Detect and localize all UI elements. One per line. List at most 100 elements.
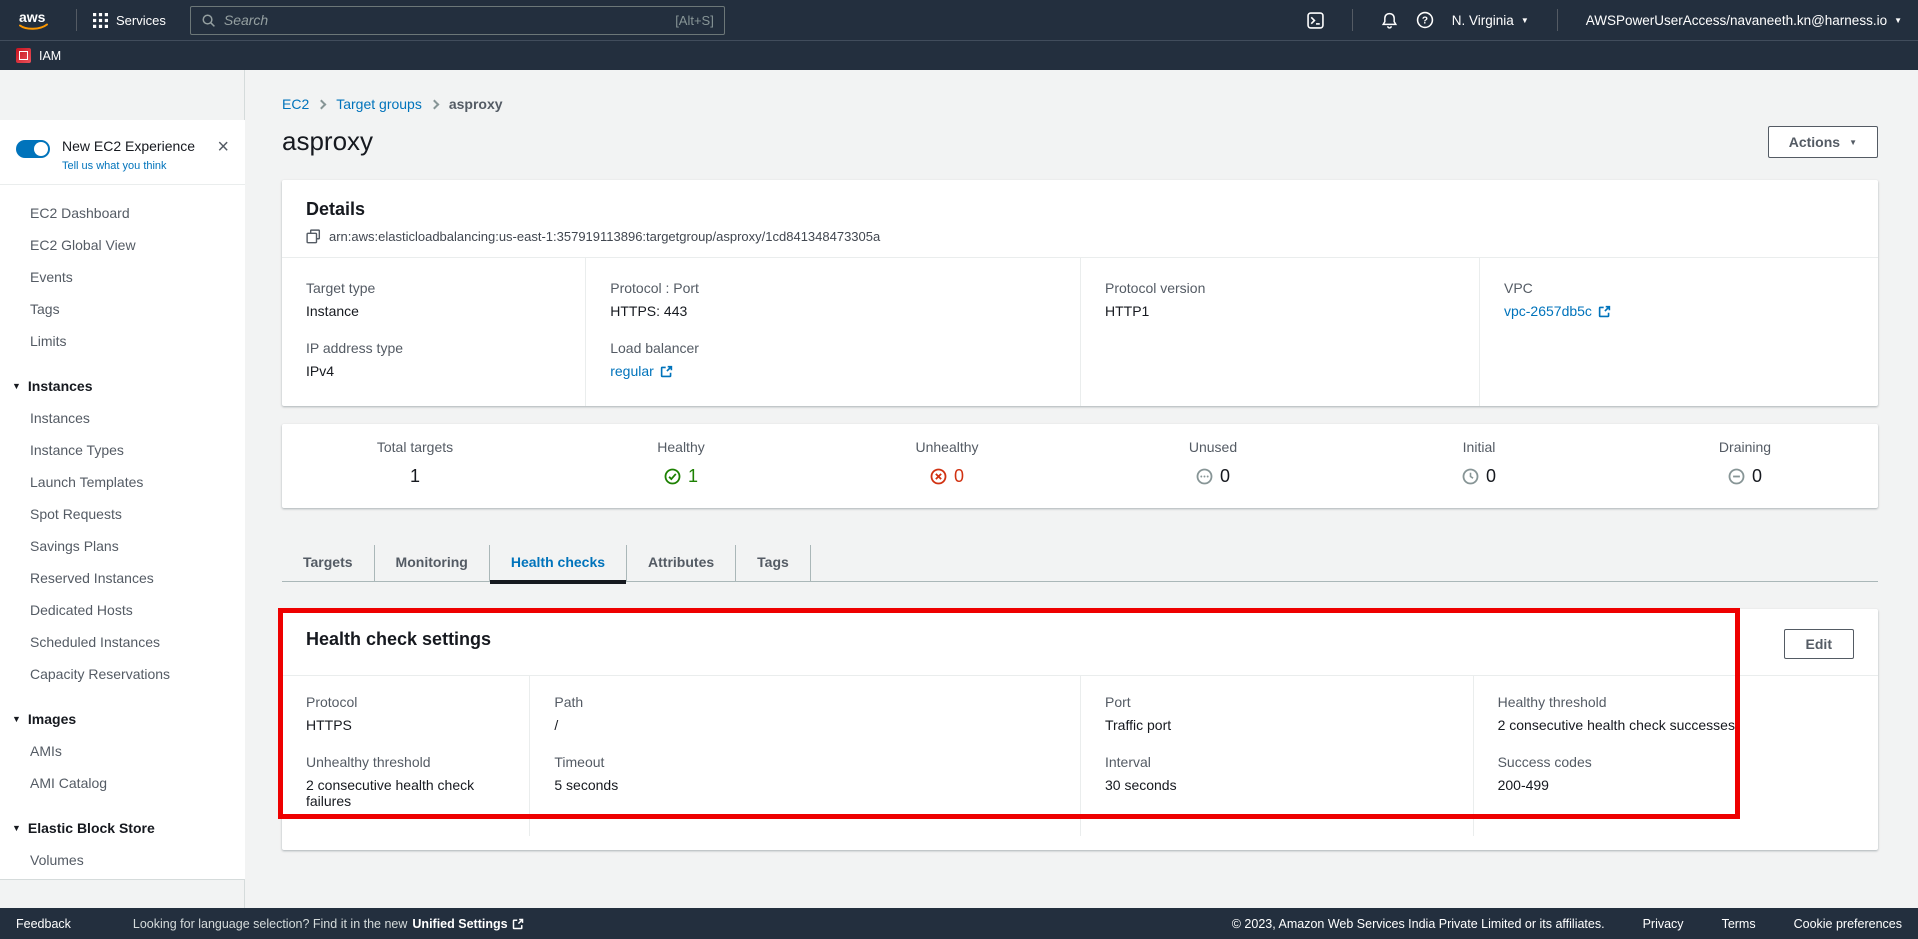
new-experience-label: New EC2 Experience	[62, 138, 195, 154]
sidebar-item-ec2-dashboard[interactable]: EC2 Dashboard	[0, 197, 245, 229]
language-note-text: Looking for language selection? Find it …	[133, 917, 408, 931]
breadcrumb-current: asproxy	[449, 96, 503, 112]
cookie-preferences-link[interactable]: Cookie preferences	[1794, 917, 1902, 931]
help-button[interactable]: ?	[1416, 11, 1434, 29]
sidebar-item-volumes[interactable]: Volumes	[0, 844, 245, 876]
stat-total-targets: Total targets 1	[282, 439, 548, 487]
hc-healthy-threshold-value: 2 consecutive health check successes	[1498, 717, 1854, 733]
breadcrumb-target-groups[interactable]: Target groups	[336, 96, 422, 112]
hc-path-value: /	[554, 717, 1056, 733]
ip-address-type-value: IPv4	[306, 363, 561, 379]
sidebar-section-images[interactable]: ▼ Images	[0, 703, 245, 735]
footer-bar: Feedback Looking for language selection?…	[0, 908, 1918, 939]
load-balancer-link[interactable]: regular	[610, 363, 673, 379]
search-input[interactable]	[224, 12, 675, 28]
tab-targets[interactable]: Targets	[282, 545, 375, 581]
stat-label: Draining	[1612, 439, 1878, 455]
feedback-link[interactable]: Feedback	[16, 917, 71, 931]
sidebar-section-elastic-block-store[interactable]: ▼ Elastic Block Store	[0, 812, 245, 844]
vpc-link[interactable]: vpc-2657db5c	[1504, 303, 1611, 319]
actions-button[interactable]: Actions ▼	[1768, 126, 1878, 158]
region-selector[interactable]: N. Virginia ▼	[1452, 13, 1529, 28]
stat-healthy: Healthy 1	[548, 439, 814, 487]
notifications-button[interactable]	[1381, 12, 1398, 29]
new-ec2-experience-toggle[interactable]	[16, 140, 50, 158]
stat-value: 0	[1486, 466, 1496, 487]
help-icon: ?	[1416, 11, 1434, 29]
field-label: Unhealthy threshold	[306, 754, 505, 770]
chevron-down-icon: ▼	[1521, 16, 1529, 25]
breadcrumb: EC2 Target groups asproxy	[282, 96, 1878, 112]
tab-bar: Targets Monitoring Health checks Attribu…	[282, 545, 1878, 582]
unified-settings-link[interactable]: Unified Settings	[412, 917, 523, 931]
sidebar-item-events[interactable]: Events	[0, 261, 245, 293]
hc-port-value: Traffic port	[1105, 717, 1449, 733]
tab-health-checks[interactable]: Health checks	[490, 545, 627, 581]
breadcrumb-ec2[interactable]: EC2	[282, 96, 309, 112]
external-link-icon	[660, 365, 673, 378]
sidebar-item-scheduled-instances[interactable]: Scheduled Instances	[0, 626, 245, 658]
sidebar-item-reserved-instances[interactable]: Reserved Instances	[0, 562, 245, 594]
main-content: EC2 Target groups asproxy asproxy Action…	[245, 70, 1918, 908]
sidebar-section-instances[interactable]: ▼ Instances	[0, 370, 245, 402]
sidebar-item-instances[interactable]: Instances	[0, 402, 245, 434]
edit-button[interactable]: Edit	[1784, 629, 1854, 659]
account-menu[interactable]: AWSPowerUserAccess/navaneeth.kn@harness.…	[1586, 13, 1902, 28]
region-label: N. Virginia	[1452, 13, 1514, 28]
tell-us-link[interactable]: Tell us what you think	[62, 160, 167, 172]
services-menu-button[interactable]: Services	[87, 9, 172, 32]
edit-button-label: Edit	[1806, 636, 1832, 652]
chevron-down-icon: ▼	[1849, 138, 1857, 147]
field-label: Interval	[1105, 754, 1449, 770]
search-shortcut-hint: [Alt+S]	[675, 13, 714, 28]
copy-arn-button[interactable]	[306, 229, 321, 244]
sidebar-item-instance-types[interactable]: Instance Types	[0, 434, 245, 466]
sidebar-item-ec2-global-view[interactable]: EC2 Global View	[0, 229, 245, 261]
sidebar-item-amis[interactable]: AMIs	[0, 735, 245, 767]
close-icon[interactable]: ×	[215, 138, 231, 156]
terms-link[interactable]: Terms	[1722, 917, 1756, 931]
field-label: Timeout	[554, 754, 1056, 770]
search-icon	[201, 13, 216, 28]
sidebar-item-capacity-reservations[interactable]: Capacity Reservations	[0, 658, 245, 690]
sidebar-item-limits[interactable]: Limits	[0, 325, 245, 357]
hc-success-codes-value: 200-499	[1498, 777, 1854, 793]
tab-attributes[interactable]: Attributes	[627, 545, 736, 581]
tab-tags[interactable]: Tags	[736, 545, 811, 581]
triangle-down-icon: ▼	[12, 381, 21, 391]
sidebar-item-ami-catalog[interactable]: AMI Catalog	[0, 767, 245, 799]
chevron-right-icon	[429, 99, 439, 109]
stat-value: 1	[688, 466, 698, 487]
top-navigation-bar: aws Services [Alt+S] ? N. Virginia ▼ AWS…	[0, 0, 1918, 40]
clock-circle-icon	[1462, 468, 1479, 485]
sidebar-item-tags[interactable]: Tags	[0, 293, 245, 325]
stat-value: 0	[954, 466, 964, 487]
field-label: IP address type	[306, 340, 561, 356]
stat-initial: Initial 0	[1346, 439, 1612, 487]
sidebar-item-dedicated-hosts[interactable]: Dedicated Hosts	[0, 594, 245, 626]
aws-logo[interactable]: aws	[16, 8, 52, 32]
iam-service-icon	[16, 48, 31, 63]
tab-monitoring[interactable]: Monitoring	[375, 545, 490, 581]
field-label: Target type	[306, 280, 561, 296]
chevron-right-icon	[317, 99, 327, 109]
aws-logo-text: aws	[19, 9, 46, 25]
account-label: AWSPowerUserAccess/navaneeth.kn@harness.…	[1586, 13, 1887, 28]
sidebar-item-savings-plans[interactable]: Savings Plans	[0, 530, 245, 562]
sidebar-item-launch-templates[interactable]: Launch Templates	[0, 466, 245, 498]
privacy-link[interactable]: Privacy	[1643, 917, 1684, 931]
favorite-iam[interactable]: IAM	[16, 48, 61, 63]
hc-unhealthy-threshold-value: 2 consecutive health check failures	[306, 777, 505, 809]
details-title: Details	[306, 199, 1854, 220]
sidebar-item-spot-requests[interactable]: Spot Requests	[0, 498, 245, 530]
field-label: Healthy threshold	[1498, 694, 1854, 710]
global-search[interactable]: [Alt+S]	[190, 6, 725, 35]
stat-unused: Unused 0	[1080, 439, 1346, 487]
sidebar-item-snapshots[interactable]: Snapshots	[0, 876, 245, 880]
sidebar-section-label: Images	[28, 711, 76, 727]
triangle-down-icon: ▼	[12, 714, 21, 724]
target-status-summary-card: Total targets 1 Healthy 1 Unhealthy 0 Un…	[282, 424, 1878, 508]
cloudshell-button[interactable]	[1307, 12, 1324, 29]
external-link-icon	[1598, 305, 1611, 318]
details-card: Details arn:aws:elasticloadbalancing:us-…	[282, 180, 1878, 406]
